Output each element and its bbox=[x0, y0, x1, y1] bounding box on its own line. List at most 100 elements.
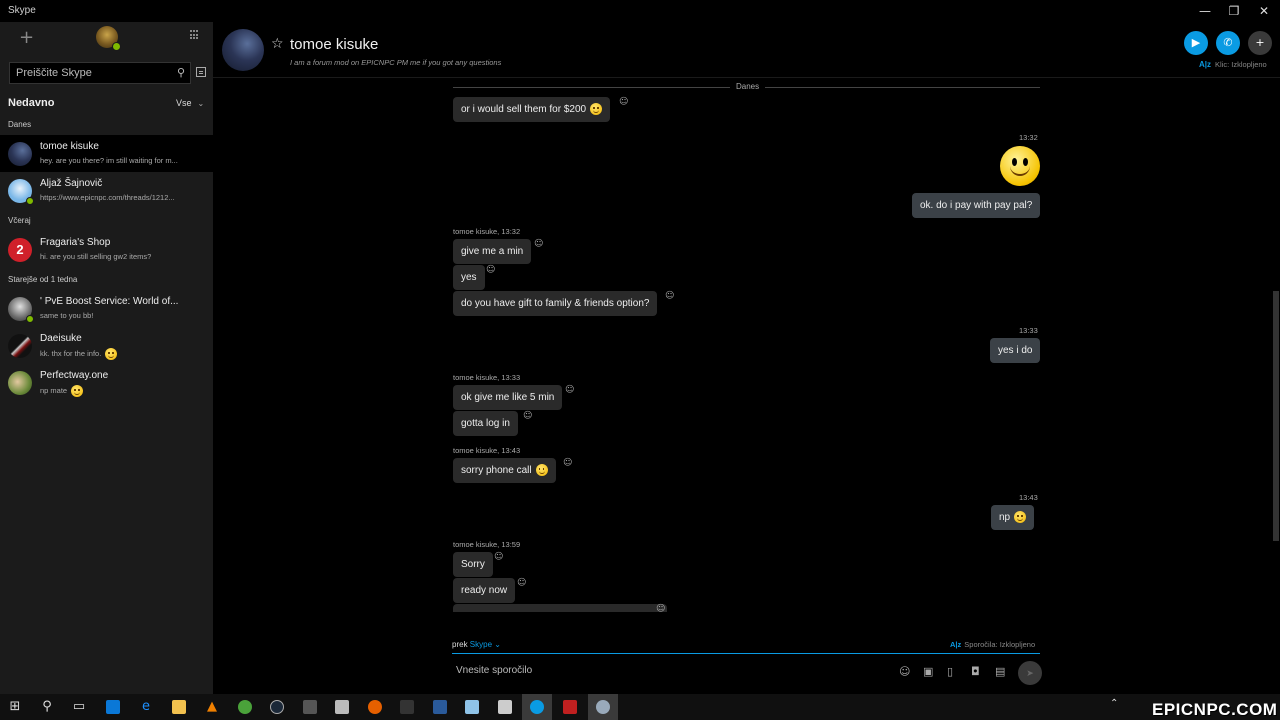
reaction-icon[interactable]: ☺ bbox=[494, 552, 503, 562]
chat-scrollbar[interactable] bbox=[1272, 79, 1280, 612]
group-label-today: Danes bbox=[8, 120, 32, 129]
contact-avatar[interactable] bbox=[222, 29, 264, 71]
close-button[interactable]: ✕ bbox=[1255, 3, 1273, 19]
chat-header: ☆ tomoe kisuke I am a forum mod on EPICN… bbox=[213, 22, 1280, 78]
big-smile-emoji-icon[interactable] bbox=[1000, 146, 1040, 186]
conversation-name: Fragaria's Shop bbox=[40, 237, 111, 248]
add-people-button[interactable]: + bbox=[1248, 31, 1272, 55]
recent-filter-label: Vse bbox=[176, 98, 192, 108]
contact-name[interactable]: tomoe kisuke bbox=[290, 36, 378, 53]
file-explorer-icon[interactable] bbox=[164, 694, 194, 720]
calculator-icon[interactable] bbox=[295, 694, 325, 720]
message-bubble[interactable]: give me a min bbox=[453, 239, 532, 264]
online-status-icon bbox=[112, 42, 121, 51]
notepad-icon[interactable] bbox=[457, 694, 487, 720]
video-call-button[interactable]: ▶ bbox=[1184, 31, 1208, 55]
recent-filter-dropdown[interactable]: Vse ⌄ bbox=[176, 98, 204, 108]
conversation-item[interactable]: Aljaž Šajnovič https://www.epicnpc.com/t… bbox=[0, 172, 213, 209]
snipping-tool-icon[interactable] bbox=[490, 694, 520, 720]
paint-app-icon[interactable] bbox=[588, 694, 618, 720]
game-app-icon[interactable] bbox=[555, 694, 585, 720]
system-tray[interactable]: ⌃ bbox=[1110, 698, 1118, 709]
reaction-icon[interactable]: ☺ bbox=[656, 604, 665, 612]
utorrent-icon[interactable] bbox=[230, 694, 260, 720]
conversation-preview: kk. thx for the info. bbox=[40, 348, 118, 360]
edge-icon[interactable]: e bbox=[131, 694, 161, 720]
reaction-icon[interactable]: ☺ bbox=[665, 291, 674, 301]
message-bubble[interactable]: ok give me like 5 min bbox=[453, 385, 563, 410]
conversation-preview: np mate bbox=[40, 385, 84, 397]
message-time: 13:33 bbox=[1019, 326, 1038, 335]
conversation-item[interactable]: 2 Fragaria's Shop hi. are you still sell… bbox=[0, 231, 213, 268]
game-app-icon[interactable] bbox=[392, 694, 422, 720]
my-avatar[interactable] bbox=[96, 26, 121, 51]
reaction-icon[interactable]: ☺ bbox=[619, 97, 628, 107]
firefox-icon[interactable] bbox=[360, 694, 390, 720]
call-status: A|z Klic: Izklopljeno bbox=[1199, 60, 1267, 69]
taskbar: ⊞ ⚲ ▭ e ▲ ⌃ bbox=[0, 694, 1280, 720]
reaction-icon[interactable]: ☺ bbox=[517, 578, 526, 588]
day-label: Danes bbox=[730, 82, 766, 91]
online-status-icon bbox=[26, 197, 34, 205]
store-icon[interactable] bbox=[98, 694, 128, 720]
message-meta: tomoe kisuke, 13:59 bbox=[453, 540, 521, 549]
reaction-icon[interactable]: ☺ bbox=[565, 385, 574, 395]
add-icon[interactable]: + bbox=[19, 27, 34, 48]
message-bubble[interactable]: do you have gift to family & friends opt… bbox=[453, 291, 658, 316]
conversation-item[interactable]: tomoe kisuke hey. are you there? im stil… bbox=[0, 135, 213, 172]
message-bubble[interactable] bbox=[453, 604, 667, 612]
skype-taskbar-icon[interactable] bbox=[522, 694, 552, 720]
search-box[interactable]: Preiščite Skype ⚲ bbox=[9, 62, 191, 84]
photos-app-icon[interactable] bbox=[425, 694, 455, 720]
conversation-item[interactable]: Perfectway.one np mate bbox=[0, 364, 213, 401]
new-chat-icon[interactable] bbox=[196, 67, 206, 77]
reaction-icon[interactable]: ☺ bbox=[534, 239, 543, 249]
app-title: Skype bbox=[8, 5, 36, 16]
steam-icon[interactable] bbox=[262, 694, 292, 720]
audio-call-button[interactable]: ✆ bbox=[1216, 31, 1240, 55]
message-bubble[interactable]: Sorry bbox=[453, 552, 493, 577]
send-via-selector[interactable]: prek Skype ⌄ bbox=[452, 640, 501, 649]
scrollbar-thumb[interactable] bbox=[1273, 291, 1279, 541]
send-button[interactable]: ➤ bbox=[1018, 661, 1042, 685]
file-icon[interactable]: ▯ bbox=[947, 665, 953, 678]
sad-emoji-icon bbox=[535, 464, 548, 477]
search-input[interactable]: Preiščite Skype bbox=[16, 67, 92, 79]
favorite-star-icon[interactable]: ☆ bbox=[271, 36, 284, 52]
dialpad-icon[interactable] bbox=[190, 30, 200, 40]
smile-emoji-icon bbox=[105, 348, 118, 360]
message-bubble[interactable]: sorry phone call bbox=[453, 458, 556, 483]
minimize-button[interactable]: — bbox=[1196, 3, 1214, 19]
message-bubble[interactable]: np bbox=[991, 505, 1035, 530]
message-bubble[interactable]: gotta log in bbox=[453, 411, 518, 436]
printer-icon[interactable] bbox=[327, 694, 357, 720]
message-bubble[interactable]: yes bbox=[453, 265, 485, 290]
message-bubble[interactable]: or i would sell them for $200 bbox=[453, 97, 611, 122]
compose-area: prek Skype ⌄ A|z Sporočila: Izklopljeno V… bbox=[213, 634, 1280, 694]
message-bubble[interactable]: ready now bbox=[453, 578, 516, 603]
avatar bbox=[8, 142, 32, 166]
conversation-item[interactable]: ' PvE Boost Service: World of... same to… bbox=[0, 290, 213, 327]
message-input[interactable]: Vnesite sporočilo bbox=[456, 665, 876, 679]
task-view-icon[interactable]: ▭ bbox=[64, 694, 94, 720]
compose-underline bbox=[452, 653, 1040, 654]
start-icon[interactable]: ⊞ bbox=[0, 694, 30, 720]
message-bubble[interactable]: yes i do bbox=[990, 338, 1041, 363]
message-meta: tomoe kisuke, 13:43 bbox=[453, 446, 521, 455]
chevron-down-icon: ⌄ bbox=[197, 99, 205, 108]
contact-card-icon[interactable]: ▤ bbox=[995, 665, 1005, 678]
reaction-icon[interactable]: ☺ bbox=[523, 411, 532, 421]
search-icon[interactable]: ⚲ bbox=[32, 694, 62, 720]
search-icon[interactable]: ⚲ bbox=[177, 66, 185, 79]
vlc-icon[interactable]: ▲ bbox=[197, 694, 227, 720]
message-bubble[interactable]: ok. do i pay with pay pal? bbox=[912, 193, 1041, 218]
video-message-icon[interactable]: ◘ bbox=[971, 665, 980, 678]
conversation-item[interactable]: Daeisuke kk. thx for the info. bbox=[0, 327, 213, 364]
image-icon[interactable]: ▣ bbox=[923, 665, 933, 678]
emoji-icon[interactable]: ☺ bbox=[899, 665, 910, 678]
reaction-icon[interactable]: ☺ bbox=[563, 458, 572, 468]
conversation-name: tomoe kisuke bbox=[40, 141, 99, 152]
group-label-older: Starejše od 1 tedna bbox=[8, 275, 78, 284]
reaction-icon[interactable]: ☺ bbox=[486, 265, 495, 275]
restore-button[interactable]: ❐ bbox=[1225, 3, 1243, 19]
